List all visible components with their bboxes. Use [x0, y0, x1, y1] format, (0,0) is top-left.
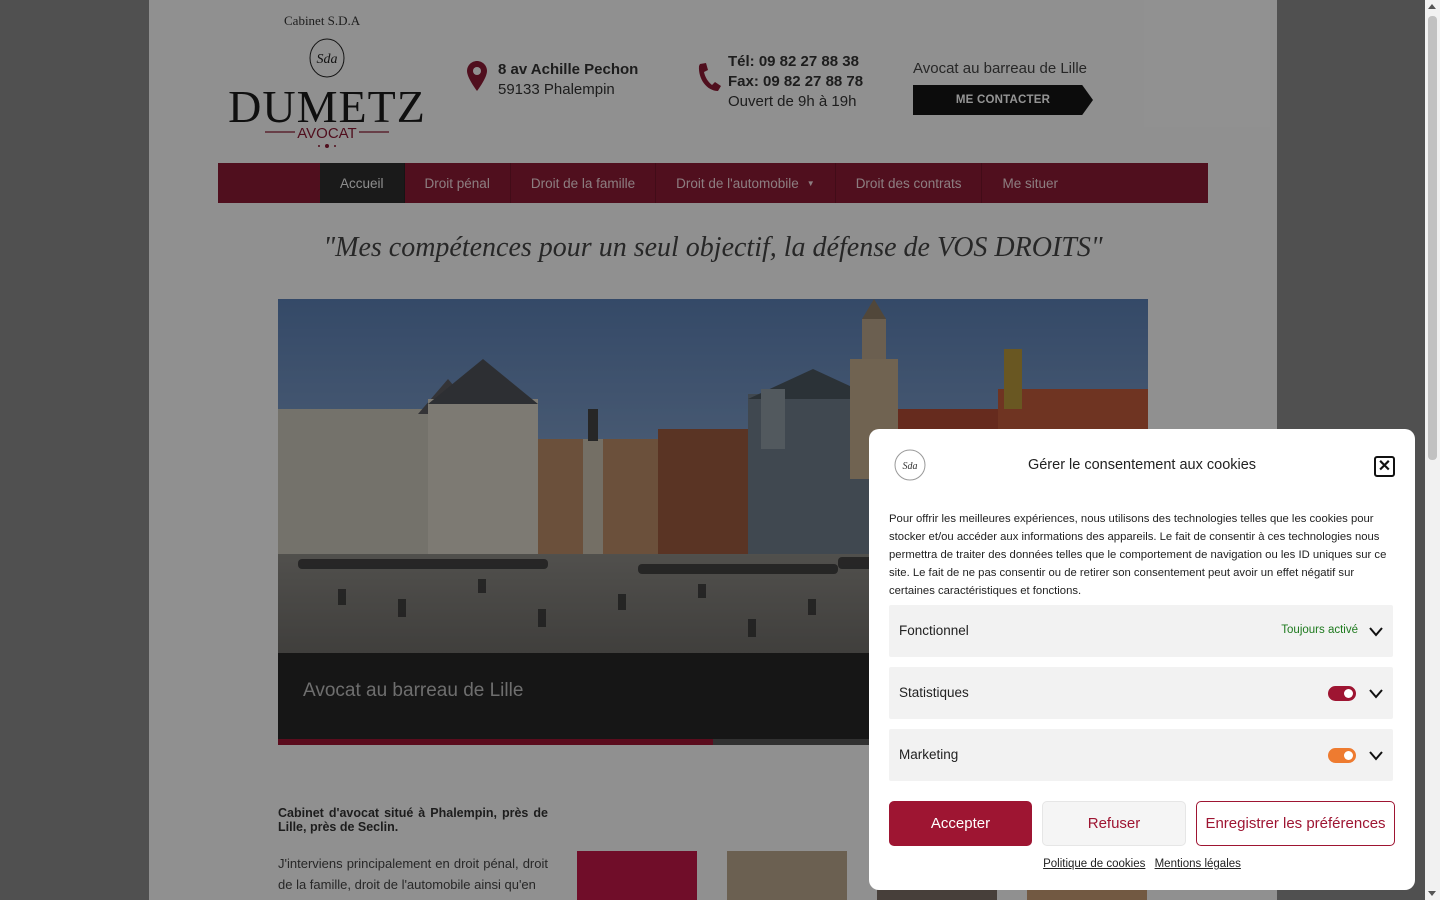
- accept-button[interactable]: Accepter: [889, 801, 1032, 846]
- page-scrollbar[interactable]: [1425, 0, 1440, 900]
- marketing-toggle[interactable]: [1328, 748, 1356, 763]
- cookie-dialog-text: Pour offrir les meilleures expériences, …: [889, 513, 1387, 597]
- chevron-down-icon[interactable]: [1369, 748, 1383, 762]
- cookie-category-marketing[interactable]: Marketing: [889, 729, 1393, 781]
- chevron-down-icon[interactable]: [1369, 686, 1383, 700]
- cookie-category-statistiques[interactable]: Statistiques: [889, 667, 1393, 719]
- save-preferences-button[interactable]: Enregistrer les préférences: [1196, 801, 1395, 846]
- legal-notice-link[interactable]: Mentions légales: [1155, 858, 1241, 870]
- always-active-badge: Toujours activé: [1281, 624, 1358, 636]
- cookie-dialog-links: Politique de cookies Mentions légales: [869, 858, 1415, 870]
- scroll-down-icon[interactable]: [1428, 891, 1436, 896]
- cookie-category-fonctionnel[interactable]: Fonctionnel Toujours activé: [889, 605, 1393, 657]
- cookie-consent-dialog: Sda Gérer le consentement aux cookies ✕ …: [869, 429, 1415, 890]
- cookie-category-label: Fonctionnel: [899, 623, 969, 638]
- statistiques-toggle[interactable]: [1328, 686, 1356, 701]
- scroll-up-icon[interactable]: [1428, 4, 1436, 9]
- chevron-down-icon[interactable]: [1369, 624, 1383, 638]
- scrollbar-thumb[interactable]: [1428, 16, 1437, 460]
- cookie-category-label: Statistiques: [899, 685, 969, 700]
- cookie-dialog-title: Gérer le consentement aux cookies: [1027, 457, 1257, 473]
- cookie-category-label: Marketing: [899, 747, 959, 762]
- cookie-policy-link[interactable]: Politique de cookies: [1043, 858, 1145, 870]
- refuse-button[interactable]: Refuser: [1042, 801, 1186, 846]
- close-icon[interactable]: ✕: [1374, 456, 1395, 477]
